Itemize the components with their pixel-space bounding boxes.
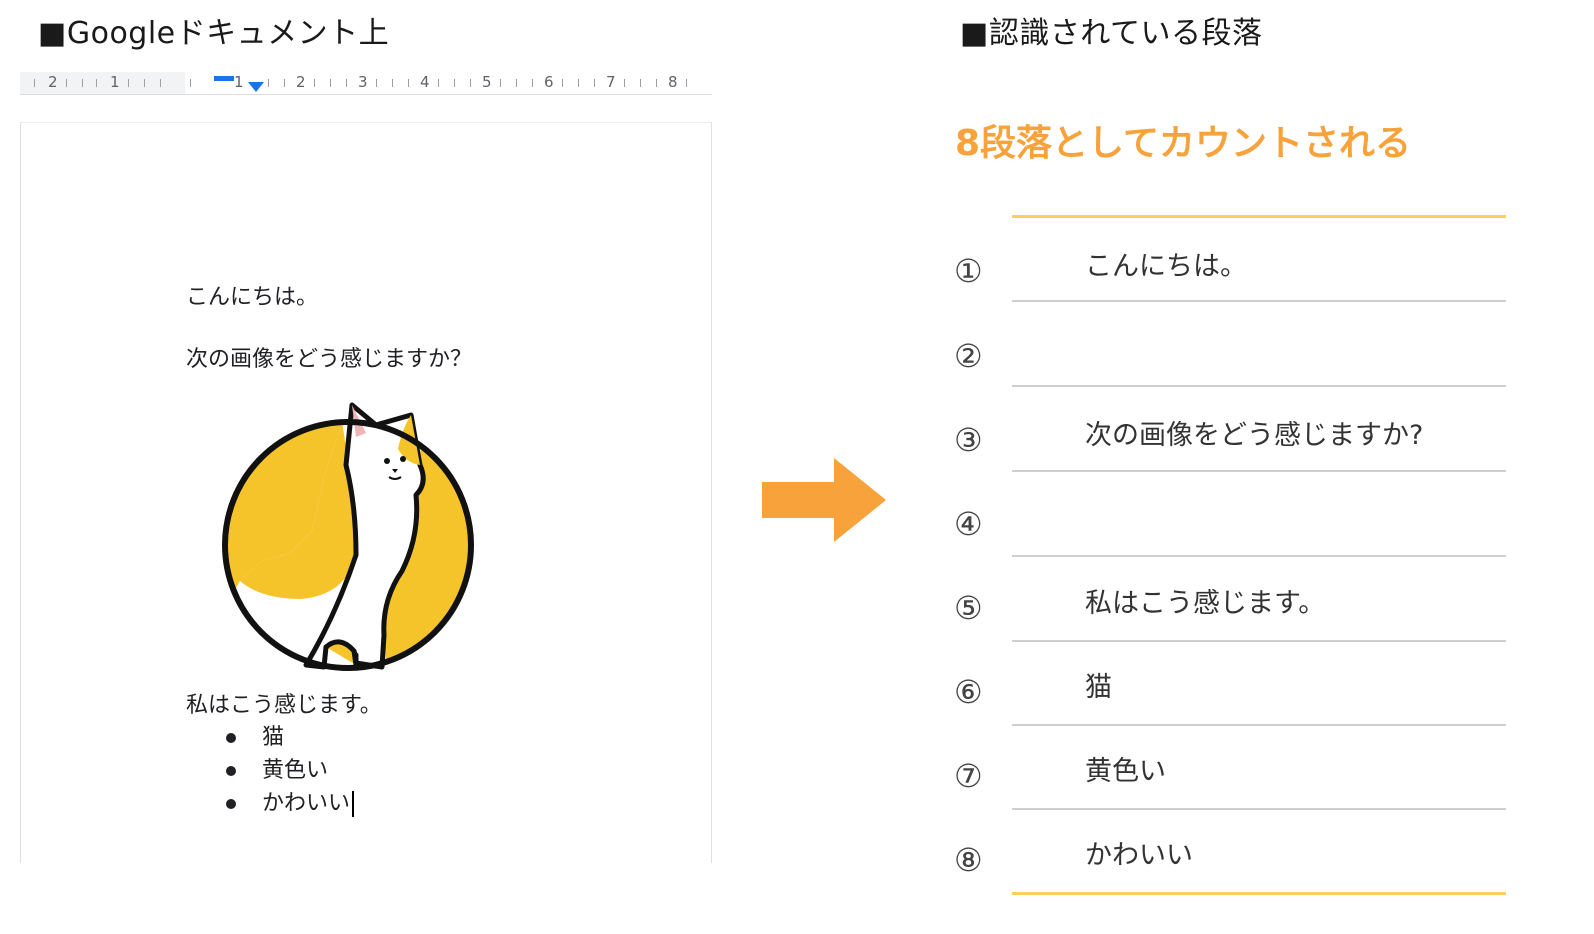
divider-line [1012,724,1506,726]
left-indent-marker[interactable] [248,82,264,92]
paragraph-number: ① [954,252,983,290]
paragraph-number: ⑤ [954,589,983,627]
doc-paragraph-5: 私はこう感じます。 [186,693,382,718]
doc-paragraph-1: こんにちは。 [186,285,319,310]
ruler-number: 1 [110,73,120,91]
ruler-number: 2 [296,73,306,91]
bullet-item: かわいい [226,785,355,817]
bullet-text: かわいい [262,791,351,816]
document-page[interactable]: こんにちは。 次の画像をどう感じますか？ 私はこう感じます。 猫 黄色い かわい… [20,122,712,863]
paragraph-number: ② [954,337,983,375]
paragraph-count-title: 8段落としてカウントされる [955,123,1411,164]
google-docs-heading: ■Googleドキュメント上 [38,16,390,51]
paragraph-number: ⑧ [954,841,983,879]
cat-illustration [222,402,474,671]
divider-line [1012,300,1506,302]
divider-line [1012,808,1506,810]
bullet-icon [226,799,236,809]
paragraph-number: ⑥ [954,673,983,711]
bullet-item: 猫 [226,719,284,751]
bullet-text: 猫 [262,725,285,750]
ruler-number: 5 [482,73,492,91]
ruler-number: 7 [606,73,616,91]
paragraph-text: 猫 [1085,672,1112,703]
first-line-indent-marker[interactable] [214,76,234,81]
ruler-number: 4 [420,73,430,91]
paragraph-text: 黄色い [1085,756,1166,787]
ruler-number: 8 [668,73,678,91]
bullet-item: 黄色い [226,752,328,784]
divider-line [1012,555,1506,557]
bullet-icon [226,733,236,743]
paragraph-text: 次の画像をどう感じますか? [1085,420,1424,451]
divider-line-bottom [1012,892,1506,895]
paragraph-number: ④ [954,505,983,543]
paragraph-number: ③ [954,421,983,459]
ruler-number: 6 [544,73,554,91]
ruler-number: 3 [358,73,368,91]
divider-line-top [1012,215,1506,218]
bullet-icon [226,766,236,776]
paragraph-text: かわいい [1085,840,1193,871]
paragraph-number: ⑦ [954,757,983,795]
bullet-text: 黄色い [262,758,329,783]
text-cursor [352,791,355,817]
ruler-number: 2 [48,73,58,91]
recognized-paragraphs-heading: ■認識されている段落 [960,16,1263,51]
divider-line [1012,385,1506,387]
ruler-number: 1 [234,73,244,91]
ruler-content-area [185,72,712,94]
arrow-right-icon [762,458,886,542]
divider-line [1012,470,1506,472]
paragraph-text: こんにちは。 [1085,251,1247,282]
doc-paragraph-3: 次の画像をどう感じますか？ [186,347,473,372]
docs-ruler[interactable]: 2 1 1 2 3 4 5 6 7 8 [20,72,712,95]
paragraph-text: 私はこう感じます。 [1085,588,1326,619]
divider-line [1012,640,1506,642]
